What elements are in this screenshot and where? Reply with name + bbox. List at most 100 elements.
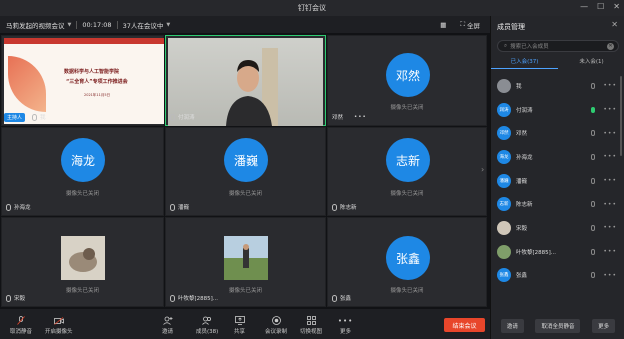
mic-icon bbox=[332, 294, 337, 302]
divider bbox=[76, 20, 78, 29]
mic-muted-icon bbox=[16, 316, 26, 325]
tab-unjoined[interactable]: 未入会(1) bbox=[558, 57, 624, 69]
member-panel: 成员管理 ✕ ⌕ 搜索已入会成员 ✕ 已入会(37) 未入会(1) 我 ••• 润… bbox=[490, 16, 624, 339]
list-item[interactable]: 潘巍 潘巍 ••• bbox=[491, 169, 624, 193]
slide-title: 数据科学与人工智能学院 bbox=[64, 69, 120, 75]
avatar: 潘巍 bbox=[497, 173, 511, 188]
record-button[interactable]: 会议录制 bbox=[265, 316, 287, 335]
switch-view-label: 切换视图 bbox=[300, 329, 323, 335]
tile-owner: 孙海龙 bbox=[14, 205, 31, 211]
video-tile[interactable]: 志新 摄像头已关闭 陈志新 bbox=[327, 127, 487, 216]
elapsed-time: 00:17:08 bbox=[82, 20, 112, 29]
list-item[interactable]: 叶牧黎[2885]... ••• bbox=[491, 240, 624, 264]
more-icon[interactable]: ••• bbox=[603, 224, 617, 231]
layout-grid-icon[interactable]: ▦ bbox=[440, 21, 446, 29]
list-item[interactable]: 润涛 付润涛 ••• bbox=[491, 98, 624, 122]
slide-decoration bbox=[8, 56, 46, 112]
tile-name: 付润涛 bbox=[170, 113, 195, 121]
avatar: 张鑫 bbox=[497, 268, 511, 283]
chevron-down-icon[interactable]: ▼ bbox=[68, 22, 72, 28]
video-tile[interactable]: 邓然 摄像头已关闭 邓然 ••• bbox=[327, 35, 487, 126]
tile-owner: 张鑫 bbox=[340, 296, 352, 302]
avatar bbox=[497, 220, 511, 235]
list-item[interactable]: 海龙 孙海龙 ••• bbox=[491, 145, 624, 169]
panel-footer: 邀请 取消全员静音 更多 bbox=[491, 313, 624, 339]
mic-icon bbox=[32, 113, 37, 121]
shared-slide: 数据科学与人工智能学院 “三全育人”专项工作推进会 2021年11月5日 bbox=[4, 38, 164, 124]
share-button[interactable]: 共享 bbox=[234, 316, 245, 335]
end-meeting-button[interactable]: 结束会议 bbox=[444, 318, 485, 332]
fullscreen-icon: ⛶ bbox=[460, 20, 465, 28]
list-item[interactable]: 我 ••• bbox=[491, 74, 624, 98]
members-label: 成员(38) bbox=[196, 329, 219, 335]
camera-button[interactable]: 开启摄像头 bbox=[45, 316, 73, 335]
avatar bbox=[61, 236, 105, 280]
attendee-count[interactable]: 37人在会议中 bbox=[123, 20, 164, 30]
avatar: 海龙 bbox=[61, 138, 105, 182]
more-icon[interactable]: ••• bbox=[603, 177, 617, 184]
more-icon[interactable]: ••• bbox=[603, 153, 617, 160]
maximize-button[interactable]: ☐ bbox=[597, 2, 604, 11]
video-tile[interactable]: 张鑫 摄像头已关闭 张鑫 bbox=[327, 217, 487, 307]
more-icon[interactable]: ••• bbox=[603, 248, 617, 255]
tile-owner: 宋毅 bbox=[14, 296, 26, 302]
tile-name: 邓然 ••• bbox=[332, 113, 367, 121]
window-title: 钉钉会议 bbox=[298, 4, 326, 12]
minimize-button[interactable]: — bbox=[580, 2, 588, 11]
slide-subtitle: “三全育人”专项工作推进会 bbox=[66, 79, 128, 85]
avatar bbox=[497, 244, 511, 259]
unmute-button[interactable]: 取消静音 bbox=[10, 316, 32, 335]
video-tile[interactable]: 潘巍 摄像头已关闭 潘巍 bbox=[165, 127, 326, 216]
video-tile-active[interactable]: 付润涛 bbox=[165, 35, 326, 126]
more-icon[interactable]: ••• bbox=[354, 114, 367, 120]
avatar bbox=[497, 78, 511, 93]
more-icon[interactable]: ••• bbox=[603, 106, 617, 113]
list-item[interactable]: 宋毅 ••• bbox=[491, 216, 624, 240]
tab-joined[interactable]: 已入会(37) bbox=[491, 57, 558, 69]
more-icon: ••• bbox=[337, 316, 354, 325]
member-name: 我 bbox=[516, 83, 522, 90]
invite-button[interactable]: 邀请 bbox=[500, 319, 524, 333]
list-item[interactable]: 邓然 邓然 ••• bbox=[491, 121, 624, 145]
member-name: 孙海龙 bbox=[516, 154, 533, 161]
video-tile[interactable]: 摄像头已关闭 叶牧黎[2885]... bbox=[165, 217, 326, 307]
unmute-all-button[interactable]: 取消全员静音 bbox=[535, 319, 581, 333]
member-name: 叶牧黎[2885]... bbox=[516, 249, 557, 256]
member-name: 付润涛 bbox=[516, 107, 533, 114]
mic-icon bbox=[332, 203, 337, 211]
more-button[interactable]: 更多 bbox=[592, 319, 616, 333]
list-item[interactable]: 张鑫 张鑫 ••• bbox=[491, 264, 624, 288]
mic-active-icon bbox=[591, 106, 595, 113]
avatar: 潘巍 bbox=[224, 138, 268, 182]
more-icon[interactable]: ••• bbox=[603, 130, 617, 137]
host-badge: 主持人 bbox=[4, 113, 26, 122]
chevron-right-icon[interactable]: › bbox=[481, 165, 484, 174]
close-button[interactable]: ✕ bbox=[613, 2, 620, 11]
more-icon[interactable]: ••• bbox=[603, 272, 617, 279]
video-tile[interactable]: 摄像头已关闭 宋毅 bbox=[1, 217, 164, 307]
screen-share-tile[interactable]: 数据科学与人工智能学院 “三全育人”专项工作推进会 2021年11月5日 主持人… bbox=[1, 35, 164, 126]
search-input[interactable]: ⌕ 搜索已入会成员 ✕ bbox=[497, 40, 619, 52]
slide-banner bbox=[4, 38, 164, 44]
close-icon[interactable]: ✕ bbox=[611, 20, 618, 29]
list-item[interactable]: 志新 陈志新 ••• bbox=[491, 192, 624, 216]
more-button[interactable]: ••• 更多 bbox=[337, 316, 354, 336]
switch-view-button[interactable]: 切换视图 bbox=[300, 316, 322, 335]
panel-title: 成员管理 bbox=[497, 23, 525, 31]
invite-button[interactable]: 邀请 bbox=[162, 316, 173, 335]
more-icon[interactable]: ••• bbox=[603, 82, 617, 89]
more-icon[interactable]: ••• bbox=[603, 201, 617, 208]
slide-date: 2021年11月5日 bbox=[84, 93, 111, 97]
chevron-down-icon[interactable]: ▼ bbox=[166, 22, 170, 28]
fullscreen-button[interactable]: ⛶ 全屏 bbox=[460, 20, 480, 30]
mic-icon bbox=[591, 153, 595, 160]
share-screen-icon bbox=[234, 316, 245, 325]
video-grid: 数据科学与人工智能学院 “三全育人”专项工作推进会 2021年11月5日 主持人… bbox=[0, 33, 490, 309]
members-button[interactable]: 成员(38) bbox=[196, 316, 218, 335]
avatar: 志新 bbox=[386, 138, 430, 182]
video-tile[interactable]: 海龙 摄像头已关闭 孙海龙 bbox=[1, 127, 164, 216]
meeting-name[interactable]: 马莉发起的视频会议 bbox=[6, 20, 65, 30]
record-label: 会议录制 bbox=[265, 329, 288, 335]
mic-icon bbox=[591, 177, 595, 184]
clear-icon[interactable]: ✕ bbox=[607, 42, 614, 50]
